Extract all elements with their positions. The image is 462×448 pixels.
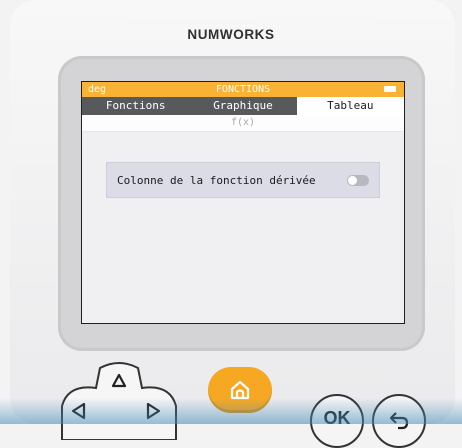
derivative-column-option[interactable]: Colonne de la fonction dérivée bbox=[106, 162, 380, 198]
toggle-knob bbox=[348, 175, 357, 185]
tab-tableau[interactable]: Tableau bbox=[296, 97, 404, 115]
derivative-column-toggle[interactable] bbox=[347, 174, 369, 186]
tab-bar: Fonctions Graphique Tableau bbox=[82, 97, 404, 115]
options-panel: Colonne de la fonction dérivée bbox=[82, 132, 404, 323]
app-title: FONCTIONS bbox=[215, 84, 271, 95]
table-column-header: f(x) bbox=[82, 115, 404, 132]
derivative-column-label: Colonne de la fonction dérivée bbox=[117, 173, 316, 187]
key-up[interactable] bbox=[109, 370, 129, 392]
calculator-screen: deg FONCTIONS Fonctions Graphique Tablea… bbox=[81, 81, 405, 324]
brand-logo: NUMWORKS bbox=[187, 27, 275, 42]
tab-fonctions[interactable]: Fonctions bbox=[82, 97, 189, 115]
status-bar: deg FONCTIONS bbox=[82, 82, 404, 97]
arrow-up-icon bbox=[111, 373, 127, 388]
battery-icon bbox=[384, 86, 396, 92]
bottom-edge-shadow bbox=[0, 398, 462, 424]
tab-graphique[interactable]: Graphique bbox=[189, 97, 296, 115]
